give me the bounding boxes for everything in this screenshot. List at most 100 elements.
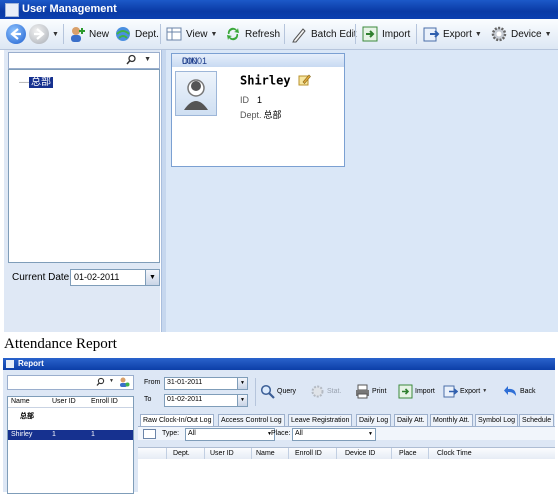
refresh-icon bbox=[224, 25, 242, 43]
type-select[interactable]: All ▼ bbox=[185, 428, 275, 441]
user-avatar-icon bbox=[184, 79, 208, 110]
batch-edit-button[interactable]: Batch Edit bbox=[290, 19, 357, 49]
place-select[interactable]: All ▼ bbox=[292, 428, 376, 441]
col-user-id[interactable]: User ID bbox=[210, 450, 234, 457]
from-label: From bbox=[144, 379, 161, 386]
toolbar-separator bbox=[355, 24, 356, 44]
back-arrow-icon[interactable] bbox=[6, 24, 26, 44]
query-button[interactable]: Query bbox=[260, 380, 296, 402]
col-name[interactable]: Name bbox=[11, 398, 30, 405]
col-enroll-id[interactable]: Enroll ID bbox=[295, 450, 322, 457]
toolbar-separator bbox=[63, 24, 64, 44]
back-arrow-icon bbox=[503, 384, 518, 399]
printer-icon bbox=[355, 384, 370, 399]
toolbar-separator bbox=[160, 24, 161, 44]
dept-search-input[interactable]: ▼ bbox=[8, 52, 160, 69]
device-gear-icon bbox=[490, 25, 508, 43]
user-filter-icon[interactable] bbox=[118, 376, 130, 391]
table-icon[interactable] bbox=[143, 429, 156, 439]
report-import-label: Import bbox=[415, 387, 435, 395]
col-device-id[interactable]: Device ID bbox=[345, 450, 375, 457]
tab-daily-att[interactable]: Daily Att. bbox=[394, 414, 428, 426]
tab-access-control-log[interactable]: Access Control Log bbox=[218, 414, 285, 426]
view-button[interactable]: View ▼ bbox=[165, 19, 217, 49]
search-icon[interactable] bbox=[96, 377, 105, 390]
col-user-id[interactable]: User ID bbox=[52, 398, 76, 405]
import-label: Import bbox=[382, 28, 411, 40]
col-enroll-id[interactable]: Enroll ID bbox=[91, 398, 118, 405]
column-divider bbox=[428, 448, 429, 459]
report-export-label: Export bbox=[460, 387, 481, 395]
row-user-id: 1 bbox=[52, 431, 56, 438]
current-date-picker[interactable]: 01-02-2011 ▼ bbox=[70, 269, 160, 286]
place-dropdown-icon[interactable]: ▼ bbox=[366, 429, 375, 440]
to-date-value: 01-02-2011 bbox=[167, 396, 203, 403]
user-name-text: Shirley bbox=[240, 73, 291, 88]
col-dept[interactable]: Dept. bbox=[173, 450, 190, 457]
export-button[interactable]: Export ▼ bbox=[422, 19, 482, 49]
col-name[interactable]: Name bbox=[256, 450, 275, 457]
app-icon bbox=[5, 3, 19, 17]
report-export-button[interactable]: Export ▼ bbox=[443, 380, 487, 402]
toolbar-separator bbox=[284, 24, 285, 44]
stat-gear-icon bbox=[310, 384, 325, 399]
report-import-button[interactable]: Import bbox=[398, 380, 435, 402]
user-management-titlebar: User Management bbox=[0, 0, 558, 19]
tab-monthly-att[interactable]: Monthly Att. bbox=[430, 414, 473, 426]
user-id-row: ID 1 bbox=[240, 95, 262, 105]
back-button[interactable]: Back bbox=[503, 380, 536, 402]
print-button[interactable]: Print bbox=[355, 380, 386, 402]
tab-daily-log[interactable]: Daily Log bbox=[356, 414, 392, 426]
card-header: DIN 00001 bbox=[172, 54, 344, 67]
table-row[interactable]: Shirley 1 1 bbox=[8, 430, 133, 440]
forward-arrow-icon[interactable] bbox=[29, 24, 49, 44]
to-date-picker[interactable]: 01-02-2011 ▼ bbox=[164, 394, 248, 407]
stat-button[interactable]: Stat. bbox=[310, 380, 341, 402]
to-dropdown-icon[interactable]: ▼ bbox=[237, 395, 247, 406]
user-dept-row: Dept. 总部 bbox=[240, 108, 282, 121]
section-heading: Attendance Report bbox=[4, 336, 117, 352]
import-button[interactable]: Import bbox=[361, 19, 410, 49]
history-dropdown-icon[interactable]: ▼ bbox=[52, 31, 59, 38]
user-name: Shirley bbox=[240, 73, 311, 89]
export-dropdown-icon[interactable]: ▼ bbox=[482, 388, 487, 394]
view-dropdown-icon[interactable]: ▼ bbox=[211, 31, 218, 38]
device-button[interactable]: Device ▼ bbox=[490, 19, 552, 49]
search-icon[interactable] bbox=[126, 54, 137, 68]
import-icon bbox=[361, 25, 379, 43]
tree-node-root[interactable]: — 总部 bbox=[19, 73, 53, 88]
date-dropdown-icon[interactable]: ▼ bbox=[145, 270, 159, 285]
stat-label: Stat. bbox=[327, 387, 342, 395]
search-dropdown-icon[interactable]: ▼ bbox=[109, 378, 114, 384]
tab-symbol-log[interactable]: Symbol Log bbox=[475, 414, 518, 426]
refresh-button[interactable]: Refresh bbox=[224, 19, 280, 49]
search-dropdown-icon[interactable]: ▼ bbox=[144, 56, 151, 63]
view-grid-icon bbox=[165, 25, 183, 43]
type-value: All bbox=[188, 430, 196, 437]
group-row[interactable]: 总部 bbox=[8, 410, 133, 420]
user-card[interactable]: DIN 00001 Shirley ID 1 Dept. 总部 bbox=[171, 53, 345, 167]
column-divider bbox=[288, 448, 289, 459]
user-search-input[interactable]: ▼ bbox=[7, 375, 134, 390]
new-button[interactable]: New bbox=[68, 19, 109, 49]
col-clock-time[interactable]: Clock Time bbox=[437, 450, 472, 457]
tab-raw-clock-log[interactable]: Raw Clock-In/Out Log bbox=[140, 414, 215, 426]
id-label: ID bbox=[240, 95, 249, 105]
from-date-picker[interactable]: 31-01-2011 ▼ bbox=[164, 377, 248, 390]
edit-icon[interactable] bbox=[298, 73, 311, 89]
department-icon bbox=[114, 25, 132, 43]
tree-node-label: 总部 bbox=[29, 77, 53, 88]
col-place[interactable]: Place bbox=[399, 450, 417, 457]
print-label: Print bbox=[372, 387, 387, 395]
device-dropdown-icon[interactable]: ▼ bbox=[545, 31, 552, 38]
tab-schedule[interactable]: Schedule bbox=[519, 414, 555, 426]
dept-button[interactable]: Dept. bbox=[114, 19, 159, 49]
from-dropdown-icon[interactable]: ▼ bbox=[237, 378, 247, 389]
magnifier-icon bbox=[260, 384, 275, 399]
column-divider bbox=[166, 448, 167, 459]
batch-edit-label: Batch Edit bbox=[311, 28, 357, 40]
export-icon bbox=[443, 384, 459, 399]
export-dropdown-icon[interactable]: ▼ bbox=[475, 31, 482, 38]
column-divider bbox=[204, 448, 205, 459]
tab-leave-registration[interactable]: Leave Registration bbox=[288, 414, 353, 426]
